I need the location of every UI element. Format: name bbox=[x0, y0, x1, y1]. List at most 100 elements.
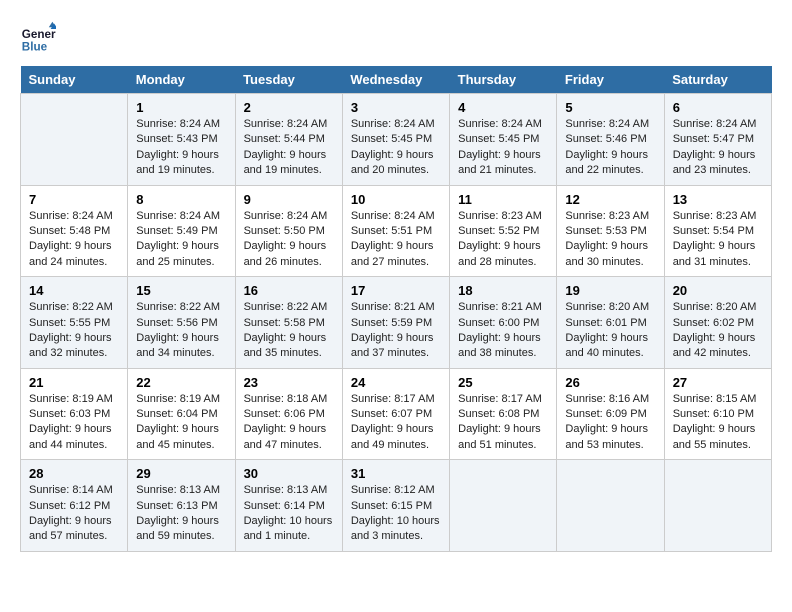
day-info-line: Sunrise: 8:24 AM bbox=[351, 209, 441, 224]
day-number: 20 bbox=[673, 283, 763, 298]
day-number: 24 bbox=[351, 375, 441, 390]
day-info-line: Sunset: 6:14 PM bbox=[244, 499, 334, 514]
calendar-cell: 22Sunrise: 8:19 AMSunset: 6:04 PMDayligh… bbox=[128, 368, 235, 460]
calendar-cell: 19Sunrise: 8:20 AMSunset: 6:01 PMDayligh… bbox=[557, 277, 664, 369]
day-info-line: Sunrise: 8:22 AM bbox=[244, 300, 334, 315]
day-number: 22 bbox=[136, 375, 226, 390]
day-info-line: Sunrise: 8:24 AM bbox=[136, 117, 226, 132]
svg-text:General: General bbox=[22, 28, 56, 41]
day-info-line: and 40 minutes. bbox=[565, 346, 655, 361]
day-info-line: and 34 minutes. bbox=[136, 346, 226, 361]
day-info-line: and 24 minutes. bbox=[29, 255, 119, 270]
day-info-line: Sunrise: 8:21 AM bbox=[351, 300, 441, 315]
day-info-line: Sunset: 5:50 PM bbox=[244, 224, 334, 239]
calendar-cell: 18Sunrise: 8:21 AMSunset: 6:00 PMDayligh… bbox=[450, 277, 557, 369]
calendar-cell: 17Sunrise: 8:21 AMSunset: 5:59 PMDayligh… bbox=[342, 277, 449, 369]
day-number: 25 bbox=[458, 375, 548, 390]
calendar-cell bbox=[557, 460, 664, 552]
day-number: 13 bbox=[673, 192, 763, 207]
day-info-line: Sunset: 6:00 PM bbox=[458, 316, 548, 331]
calendar-cell: 4 Sunrise: 8:24 AMSunset: 5:45 PMDaylight… bbox=[450, 94, 557, 186]
day-info-line: and 3 minutes. bbox=[351, 529, 441, 544]
day-info-line: Sunset: 6:08 PM bbox=[458, 407, 548, 422]
calendar-header: SundayMondayTuesdayWednesdayThursdayFrid… bbox=[21, 66, 772, 94]
weekday-header: Saturday bbox=[664, 66, 771, 94]
day-info-line: Daylight: 9 hours bbox=[136, 514, 226, 529]
day-info-line: and 32 minutes. bbox=[29, 346, 119, 361]
day-info-line: Sunrise: 8:16 AM bbox=[565, 392, 655, 407]
weekday-header: Wednesday bbox=[342, 66, 449, 94]
day-info-line: and 25 minutes. bbox=[136, 255, 226, 270]
day-number: 17 bbox=[351, 283, 441, 298]
day-info-line: Sunset: 6:03 PM bbox=[29, 407, 119, 422]
day-info-line: Sunrise: 8:13 AM bbox=[136, 483, 226, 498]
day-info-line: Sunset: 6:06 PM bbox=[244, 407, 334, 422]
day-info-line: and 26 minutes. bbox=[244, 255, 334, 270]
calendar-cell bbox=[450, 460, 557, 552]
day-info-line: Sunrise: 8:19 AM bbox=[136, 392, 226, 407]
calendar-cell bbox=[21, 94, 128, 186]
day-info-line: Sunset: 5:48 PM bbox=[29, 224, 119, 239]
day-info-line: Sunset: 6:09 PM bbox=[565, 407, 655, 422]
calendar-cell: 25 Sunrise: 8:17 AMSunset: 6:08 PMDayligh… bbox=[450, 368, 557, 460]
day-info-line: Sunset: 5:53 PM bbox=[565, 224, 655, 239]
day-info-line: Daylight: 9 hours bbox=[29, 239, 119, 254]
day-number: 26 bbox=[565, 375, 655, 390]
day-info-line: Sunset: 5:43 PM bbox=[136, 132, 226, 147]
calendar-cell: 29Sunrise: 8:13 AMSunset: 6:13 PMDayligh… bbox=[128, 460, 235, 552]
day-number: 5 bbox=[565, 100, 655, 115]
calendar-cell: 5Sunrise: 8:24 AMSunset: 5:46 PMDaylight… bbox=[557, 94, 664, 186]
calendar-cell: 30 Sunrise: 8:13 AMSunset: 6:14 PMDayligh… bbox=[235, 460, 342, 552]
day-info-line: and 19 minutes. bbox=[136, 163, 226, 178]
day-number: 18 bbox=[458, 283, 548, 298]
day-info-line: and 31 minutes. bbox=[673, 255, 763, 270]
day-info-line: Daylight: 9 hours bbox=[458, 148, 548, 163]
day-number: 27 bbox=[673, 375, 763, 390]
day-number: 30 bbox=[244, 466, 334, 481]
calendar-cell: 11Sunrise: 8:23 AMSunset: 5:52 PMDayligh… bbox=[450, 185, 557, 277]
day-number: 7 bbox=[29, 192, 119, 207]
logo: General Blue bbox=[20, 20, 64, 56]
day-info-line: Sunset: 5:46 PM bbox=[565, 132, 655, 147]
day-info-line: Sunrise: 8:18 AM bbox=[244, 392, 334, 407]
day-info-line: Daylight: 9 hours bbox=[244, 331, 334, 346]
day-info-line: Sunset: 6:07 PM bbox=[351, 407, 441, 422]
day-info-line: Sunset: 5:45 PM bbox=[351, 132, 441, 147]
day-info-line: Daylight: 10 hours bbox=[244, 514, 334, 529]
day-info-line: Sunrise: 8:17 AM bbox=[458, 392, 548, 407]
day-info-line: Sunset: 5:45 PM bbox=[458, 132, 548, 147]
day-info-line: Sunrise: 8:24 AM bbox=[351, 117, 441, 132]
day-info-line: Sunrise: 8:13 AM bbox=[244, 483, 334, 498]
day-number: 14 bbox=[29, 283, 119, 298]
day-info-line: Sunset: 5:59 PM bbox=[351, 316, 441, 331]
calendar-body: 1Sunrise: 8:24 AMSunset: 5:43 PMDaylight… bbox=[21, 94, 772, 552]
day-number: 28 bbox=[29, 466, 119, 481]
day-info-line: and 57 minutes. bbox=[29, 529, 119, 544]
day-info-line: Daylight: 9 hours bbox=[458, 422, 548, 437]
day-info-line: Sunset: 5:55 PM bbox=[29, 316, 119, 331]
day-info-line: Daylight: 9 hours bbox=[673, 239, 763, 254]
calendar-cell: 9Sunrise: 8:24 AMSunset: 5:50 PMDaylight… bbox=[235, 185, 342, 277]
day-info-line: Daylight: 9 hours bbox=[565, 422, 655, 437]
day-number: 8 bbox=[136, 192, 226, 207]
day-info-line: and 47 minutes. bbox=[244, 438, 334, 453]
calendar-cell: 14Sunrise: 8:22 AMSunset: 5:55 PMDayligh… bbox=[21, 277, 128, 369]
calendar-cell: 10Sunrise: 8:24 AMSunset: 5:51 PMDayligh… bbox=[342, 185, 449, 277]
day-number: 4 bbox=[458, 100, 548, 115]
day-info-line: Sunrise: 8:19 AM bbox=[29, 392, 119, 407]
day-number: 19 bbox=[565, 283, 655, 298]
day-number: 12 bbox=[565, 192, 655, 207]
day-info-line: Sunrise: 8:24 AM bbox=[136, 209, 226, 224]
day-info-line: Sunset: 6:02 PM bbox=[673, 316, 763, 331]
day-info-line: and 27 minutes. bbox=[351, 255, 441, 270]
day-info-line: Sunset: 6:01 PM bbox=[565, 316, 655, 331]
day-number: 23 bbox=[244, 375, 334, 390]
calendar-cell: 2Sunrise: 8:24 AMSunset: 5:44 PMDaylight… bbox=[235, 94, 342, 186]
day-info-line: Sunrise: 8:24 AM bbox=[29, 209, 119, 224]
day-info-line: Sunrise: 8:24 AM bbox=[458, 117, 548, 132]
day-info-line: Sunset: 5:44 PM bbox=[244, 132, 334, 147]
calendar-cell: 20Sunrise: 8:20 AMSunset: 6:02 PMDayligh… bbox=[664, 277, 771, 369]
day-info-line: and 37 minutes. bbox=[351, 346, 441, 361]
day-info-line: Sunrise: 8:12 AM bbox=[351, 483, 441, 498]
day-info-line: and 45 minutes. bbox=[136, 438, 226, 453]
